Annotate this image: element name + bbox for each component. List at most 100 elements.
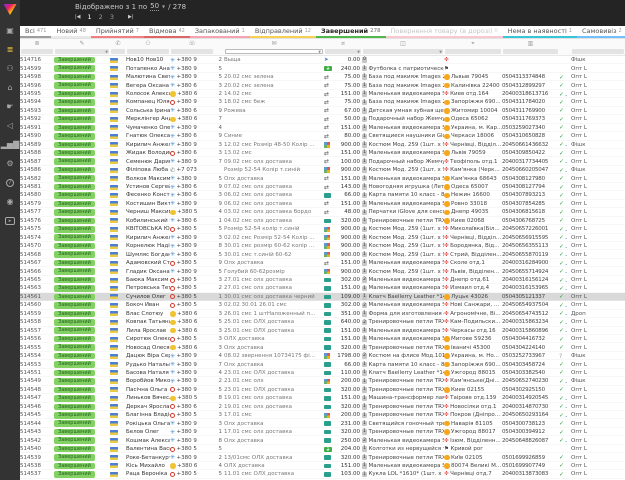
order-row[interactable]: 514594ЗавершенийКомпанец Юля+380 9318.02…	[20, 98, 625, 106]
order-row[interactable]: 514539ЗавершенийРоке-Бетанкурт Лін...✳+3…	[20, 453, 625, 461]
order-row[interactable]: 514575ЗавершенийКВІТОВСЬКА ЮЛІЯ+380 55Ро…	[20, 225, 625, 233]
product-name: Клатч Baellerry Leather *1487* (1...	[369, 294, 445, 300]
order-row[interactable]: 514567ЗавершенийАдамовский Станис...+380…	[20, 259, 625, 267]
order-row[interactable]: 514554ЗавершенийДацюк Віра Сергіївна✳+38…	[20, 352, 625, 360]
customer-type-ring-icon	[170, 404, 175, 409]
order-row[interactable]: 514566ЗавершенийГладик Оксана✳+380 95Гол…	[20, 267, 625, 275]
order-row[interactable]: 514593ЗавершенийСольська Ірина✳+380 69Ро…	[20, 107, 625, 115]
order-row[interactable]: 514556ЗавершенийСиротюк Олександр+380 53…	[20, 335, 625, 343]
order-row[interactable]: 514547ЗавершенийЛиньков Вячеслав+380 581…	[20, 394, 625, 402]
filter-input-id[interactable]	[21, 49, 53, 55]
sidebar-item-video[interactable]: ▸	[0, 211, 20, 230]
order-row[interactable]: 514581ЗавершенийУстинов Сергей✳+380 6907…	[20, 183, 625, 191]
order-row[interactable]: 514596ЗавершенийВегера Оксана✳+380 6320.…	[20, 81, 625, 89]
order-row[interactable]: 514599ЗавершенийПотапенко Анастас...✳+38…	[20, 64, 625, 72]
order-row[interactable]: 514591ЗавершенийЧумаченко Олена✳+380 94⇄…	[20, 124, 625, 132]
order-row[interactable]: 514563ЗавершенийПетровська Тетяна+380 52…	[20, 284, 625, 292]
order-row[interactable]: 514559ЗавершенийВлас Слотюу+380 6326.01 …	[20, 310, 625, 318]
tab-return-in-transit[interactable]: Повернення товару (в дорозі)0	[386, 26, 503, 38]
filter-input-phone[interactable]	[171, 49, 213, 55]
filter-input-status[interactable]: ▼	[55, 49, 109, 55]
order-row[interactable]: 514582ЗавершенийВолков Максим✳+380 95Олх…	[20, 174, 625, 182]
tab-shipped[interactable]: Відправлений12	[250, 26, 316, 38]
order-row[interactable]: 514589ЗавершенийКирилич Анжела✳+380 9312…	[20, 141, 625, 149]
order-row[interactable]: 514543ЗавершенийБелов Олег✳+380 9117.01 …	[20, 428, 625, 436]
order-row[interactable]: 514549ЗавершенийВоробйов Микола✳+380 922…	[20, 377, 625, 385]
sidebar-item-settings[interactable]: ⚙	[0, 154, 20, 173]
customer-name: Потапенко Анастас...	[126, 64, 170, 72]
check-icon: ✓	[559, 234, 564, 241]
status-badge: Завершений	[54, 268, 95, 275]
filter-input-payment[interactable]: ▼	[325, 49, 361, 55]
order-row[interactable]: 514557ЗавершенийЛила Ярослав+380 6325.01…	[20, 327, 625, 335]
per-page-dropdown[interactable]: 50	[150, 2, 159, 11]
order-row[interactable]: 514580ЗавершенийФесенко Константин✳+380 …	[20, 191, 625, 199]
order-row[interactable]: 514590ЗавершенийГнатюк Олександр✳+380 69…	[20, 132, 625, 140]
filter-input-city[interactable]	[445, 49, 501, 55]
order-status: Завершений	[54, 107, 110, 115]
order-row[interactable]: 514560ЗавершенийБокоч Иван+380 5302.02 3…	[20, 301, 625, 309]
sidebar-item-stats[interactable]: ▂▅▇	[0, 135, 20, 154]
carrier-np-icon: ✜	[444, 159, 449, 165]
tab-accepted[interactable]: Прийнятий7	[91, 26, 144, 38]
order-row[interactable]: 514537ЗавершенийРаца Вероніка+380 5511.0…	[20, 470, 625, 478]
order-row[interactable]: 514595ЗавершенийКолосок Александр+380 62…	[20, 90, 625, 98]
order-row[interactable]: 514544ЗавершенийРокіцька Ольга✳+380 93Ол…	[20, 419, 625, 427]
order-row[interactable]: 514565ЗавершенийБаюка Максим+380 5327.01…	[20, 276, 625, 284]
order-row[interactable]: 514551ЗавершенийБасова Наталя✳+380 9423.…	[20, 369, 625, 377]
filter-input-ttn[interactable]	[503, 49, 558, 55]
order-row[interactable]: 514542ЗавершенийКошмак Александр✳+380 98…	[20, 436, 625, 444]
last-page-icon[interactable]: ▶|	[128, 14, 134, 20]
order-row[interactable]: 514538ЗавершенийКісь Михайло+380 64ОЛХ д…	[20, 462, 625, 470]
tab-new[interactable]: Новий48	[51, 26, 91, 38]
sidebar-item-company[interactable]: ⌂	[0, 78, 20, 97]
page-button-1[interactable]: 1	[88, 13, 92, 21]
page-button-3[interactable]: 3	[110, 13, 114, 21]
tab-out-of-stock[interactable]: Нема в наявності1	[503, 26, 577, 38]
customer-name: Кобилинський Юрий	[126, 217, 170, 225]
filter-input-product[interactable]: ▼	[363, 49, 443, 55]
tab-refused[interactable]: Відмова42	[144, 26, 190, 38]
order-row[interactable]: 514598ЗавершенийМалютина Светлана✳+380 9…	[20, 73, 625, 81]
order-row[interactable]: 514561ЗавершенийСучилов Олег+380 5130.01…	[20, 293, 625, 301]
order-row[interactable]: 514546ЗавершенийДеркач Ярослав+380 6219.…	[20, 403, 625, 411]
sidebar-item-pointer[interactable]: ☛	[0, 97, 20, 116]
order-row[interactable]: 514588ЗавершенийЖидак Володимир+380 6313…	[20, 149, 625, 157]
order-row[interactable]: 514555ЗавершенийНовосад Олеся+380 63Олх …	[20, 343, 625, 351]
order-row[interactable]: 514553ЗавершенийРудько Наталья✳+380 97Ол…	[20, 360, 625, 368]
order-row[interactable]: 514545ЗавершенийБлагінна Владіслава+380 …	[20, 411, 625, 419]
order-row[interactable]: 514570ЗавершенийКорнелюк Надія Та...✳+38…	[20, 242, 625, 250]
filter-input-comment[interactable]: ▼	[225, 49, 323, 55]
tab-all[interactable]: Всі471	[20, 26, 51, 38]
sidebar-item-broadcast[interactable]: ◁	[0, 116, 20, 135]
filter-input-name[interactable]	[127, 49, 169, 55]
page-button-2[interactable]: 2	[99, 13, 103, 21]
tab-packed[interactable]: Запакований1	[190, 26, 250, 38]
tab-completed[interactable]: Завершений278	[316, 26, 386, 38]
filter-input-tag[interactable]	[572, 49, 624, 55]
payment-cell: 900.00	[324, 225, 362, 233]
order-row[interactable]: 514577ЗавершенийЧерниш Максим+380 5403.0…	[20, 208, 625, 216]
sidebar-item-orders[interactable]: ≣	[0, 40, 20, 59]
order-amount: 151.00	[341, 176, 360, 182]
order-row[interactable]: 514587ЗавершенийСеменюк Дарина✳+380 9709…	[20, 157, 625, 165]
sidebar-item-dashboard[interactable]: ▣	[0, 21, 20, 40]
app-logo-icon[interactable]	[4, 4, 17, 15]
order-row[interactable]: 514574ЗавершенийКирилич Анжела Ол...✳+38…	[20, 234, 625, 242]
order-row[interactable]: 514558ЗавершенийКовпак Татьяна+380 6525.…	[20, 318, 625, 326]
sidebar-item-info[interactable]: i	[0, 173, 20, 192]
order-row[interactable]: 514576ЗавершенийКобилинський Юрий✳+380 6…	[20, 217, 625, 225]
order-row[interactable]: 514579ЗавершенийКостишин Виктор✳+380 990…	[20, 200, 625, 208]
sidebar-item-support[interactable]: ◉	[0, 192, 20, 211]
order-row[interactable]: 514716ЗавершенийНов10 Нов10✳+380 92Выща➤…	[20, 56, 625, 64]
payment-cell: 900.00	[324, 234, 362, 242]
first-page-icon[interactable]: |◀	[75, 14, 81, 20]
order-row[interactable]: 514586ЗавершенийФіліпова Люба✆+7 073Розм…	[20, 166, 625, 174]
order-row[interactable]: 514540ЗавершенийВалентина Василье...+380…	[20, 445, 625, 453]
order-row[interactable]: 514548ЗавершенийПасічна Ольга+380 9523.0…	[20, 386, 625, 394]
filter-input-flag[interactable]	[111, 49, 125, 55]
order-row[interactable]: 514592ЗавершенийМерклінгер Андрей+380 67…	[20, 115, 625, 123]
tab-pickup[interactable]: Самовивіз2	[577, 26, 625, 38]
sidebar-item-clients[interactable]: ⚇	[0, 59, 20, 78]
order-row[interactable]: 514568ЗавершенийШумляс Богдана Ан...✳+38…	[20, 250, 625, 258]
